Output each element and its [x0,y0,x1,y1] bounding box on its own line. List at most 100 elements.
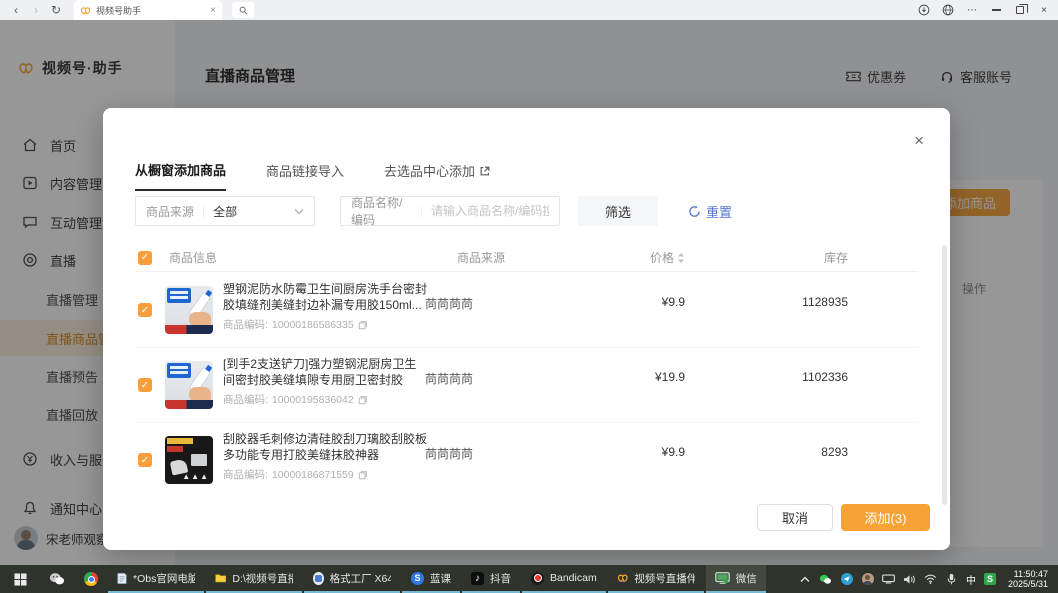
browser-chrome: ‹ › ↻ 视频号助手 × ⋯ × [0,0,1058,20]
windows-taskbar: *Obs官网电脑... D:\视频号直播... 格式工厂 X64 ... S 蓝… [0,565,1058,593]
column-price[interactable]: 价格 [650,249,685,266]
product-title: 刮胶器毛刺修边清硅胶刮刀璃胶刮胶板多功能专用打胶美缝抹胶神器 [223,431,428,463]
reset-label: 重置 [706,202,732,221]
add-product-modal: × 从橱窗添加商品 商品链接导入 去选品中心添加 商品来源 | 全部 商品名称/… [103,108,950,550]
tray-display-icon[interactable] [882,572,896,586]
taskbar-app-label: 视频号直播伴侣 [634,571,694,586]
tab-label: 从橱窗添加商品 [135,160,226,179]
start-button[interactable] [0,565,40,593]
download-icon[interactable] [914,1,934,19]
product-source: 苘苘苘苘 [425,445,473,462]
column-stock: 库存 [824,249,848,266]
table-row: ✓ ▲▲▲ 刮胶器毛刺修边清硅胶刮刀璃胶刮胶板多功能专用打胶美缝抹胶神器 商品编… [135,423,918,498]
tab-close-icon[interactable]: × [210,5,216,16]
new-tab-search-button[interactable] [232,2,254,18]
browser-forward-icon[interactable]: › [26,1,46,19]
taskbar-app-lanke[interactable]: S 蓝课 [402,565,460,593]
taskbar-app-bandicam[interactable]: Bandicam [522,565,606,593]
product-title: 塑钢泥防水防霉卫生间厨房洗手台密封胶填缝剂美缝封边补漏专用胶150ml... [223,281,428,313]
select-all-checkbox[interactable]: ✓ [138,251,152,265]
modal-close-icon[interactable]: × [914,132,924,149]
taskbar-app-label: 抖音 [490,571,511,586]
tray-expand-icon[interactable] [798,572,812,586]
clock-date: 2025/5/31 [1008,579,1048,589]
product-price: ¥9.9 [662,295,685,309]
reset-button[interactable]: 重置 [688,202,732,221]
lanke-icon: S [411,572,424,585]
product-image [165,361,213,409]
browser-more-icon[interactable]: ⋯ [962,1,982,19]
external-link-icon [479,165,491,177]
column-product-source: 商品来源 [457,249,505,266]
product-code-label: 商品编码: [223,317,268,332]
row-checkbox[interactable]: ✓ [138,303,152,317]
copy-icon[interactable] [358,320,368,330]
tray-avatar-icon[interactable] [861,572,875,586]
taskbar-app-label: D:\视频号直播... [232,571,293,586]
channels-taskbar-icon [617,572,629,584]
notepad-icon [117,572,127,585]
sort-icon [677,252,685,264]
wechat-window-icon [715,572,730,584]
copy-icon[interactable] [358,470,368,480]
browser-reload-icon[interactable]: ↻ [46,1,66,19]
product-code: 10000186871559 [272,469,354,481]
taskbar-app-label: *Obs官网电脑... [133,571,195,586]
row-checkbox[interactable]: ✓ [138,453,152,467]
taskbar-app-explorer[interactable]: D:\视频号直播... [206,565,302,593]
tab-title: 视频号助手 [96,4,205,17]
globe-icon[interactable] [938,1,958,19]
product-price: ¥9.9 [662,445,685,459]
chrome-icon [84,572,98,586]
product-code-label: 商品编码: [223,467,268,482]
taskbar-app-format-factory[interactable]: 格式工厂 X64 ... [304,565,400,593]
product-code: 10000195836042 [272,394,354,406]
ime-indicator[interactable]: 中 [966,572,976,587]
taskbar-app-wechat-window[interactable]: 微信 [706,565,766,593]
taskbar-app-obs-notes[interactable]: *Obs官网电脑... [108,565,204,593]
product-source: 苘苘苘苘 [425,370,473,387]
product-search-input[interactable] [431,204,549,218]
taskbar-chrome-pinned[interactable] [74,565,108,593]
tray-s-icon[interactable]: S [983,572,997,586]
taskbar-wechat-pinned[interactable] [40,565,74,593]
tab-add-from-showcase[interactable]: 从橱窗添加商品 [135,160,226,191]
confirm-add-button[interactable]: 添加(3) [841,504,930,531]
browser-tab[interactable]: 视频号助手 × [74,0,222,20]
douyin-icon: ♪ [471,572,484,585]
taskbar-app-label: 蓝课 [430,571,451,586]
tray-wechat-icon[interactable] [819,572,833,586]
taskbar-app-label: Bandicam [550,572,597,584]
taskbar-app-channels-companion[interactable]: 视频号直播伴侣 [608,565,704,593]
modal-scrollbar[interactable] [942,245,947,505]
window-minimize-button[interactable] [986,1,1006,19]
copy-icon[interactable] [358,395,368,405]
column-product-info: 商品信息 [169,249,217,266]
tab-import-by-link[interactable]: 商品链接导入 [266,160,344,191]
cancel-button[interactable]: 取消 [757,504,833,531]
product-code: 10000186586335 [272,319,354,331]
taskbar-app-label: 格式工厂 X64 ... [330,571,391,586]
chevron-down-icon [294,208,304,215]
windows-start-icon [14,573,27,586]
table-row: ✓ [到手2支送铲刀]强力塑钢泥厨房卫生间密封胶美缝填隙专用厨卫密封胶150M.… [135,348,918,423]
browser-back-icon[interactable]: ‹ [6,1,26,19]
mic-icon[interactable] [945,572,959,586]
tray-telegram-icon[interactable] [840,572,854,586]
product-source-select[interactable]: 商品来源 | 全部 [135,196,315,226]
speaker-icon[interactable] [903,572,917,586]
row-checkbox[interactable]: ✓ [138,378,152,392]
window-restore-button[interactable] [1010,1,1030,19]
source-value: 全部 [213,203,286,220]
filter-button[interactable]: 筛选 [578,196,658,226]
refresh-icon [688,205,701,218]
window-close-button[interactable]: × [1034,1,1054,19]
product-stock: 1128935 [802,295,848,309]
search-icon [239,6,248,15]
tab-go-selection-center[interactable]: 去选品中心添加 [384,160,491,191]
taskbar-app-douyin[interactable]: ♪ 抖音 [462,565,520,593]
wifi-icon[interactable] [924,572,938,586]
table-row: ✓ 塑钢泥防水防霉卫生间厨房洗手台密封胶填缝剂美缝封边补漏专用胶150ml...… [135,273,918,348]
product-title: [到手2支送铲刀]强力塑钢泥厨房卫生间密封胶美缝填隙专用厨卫密封胶150M... [223,356,428,388]
taskbar-clock[interactable]: 11:50:47 2025/5/31 [1004,569,1052,589]
